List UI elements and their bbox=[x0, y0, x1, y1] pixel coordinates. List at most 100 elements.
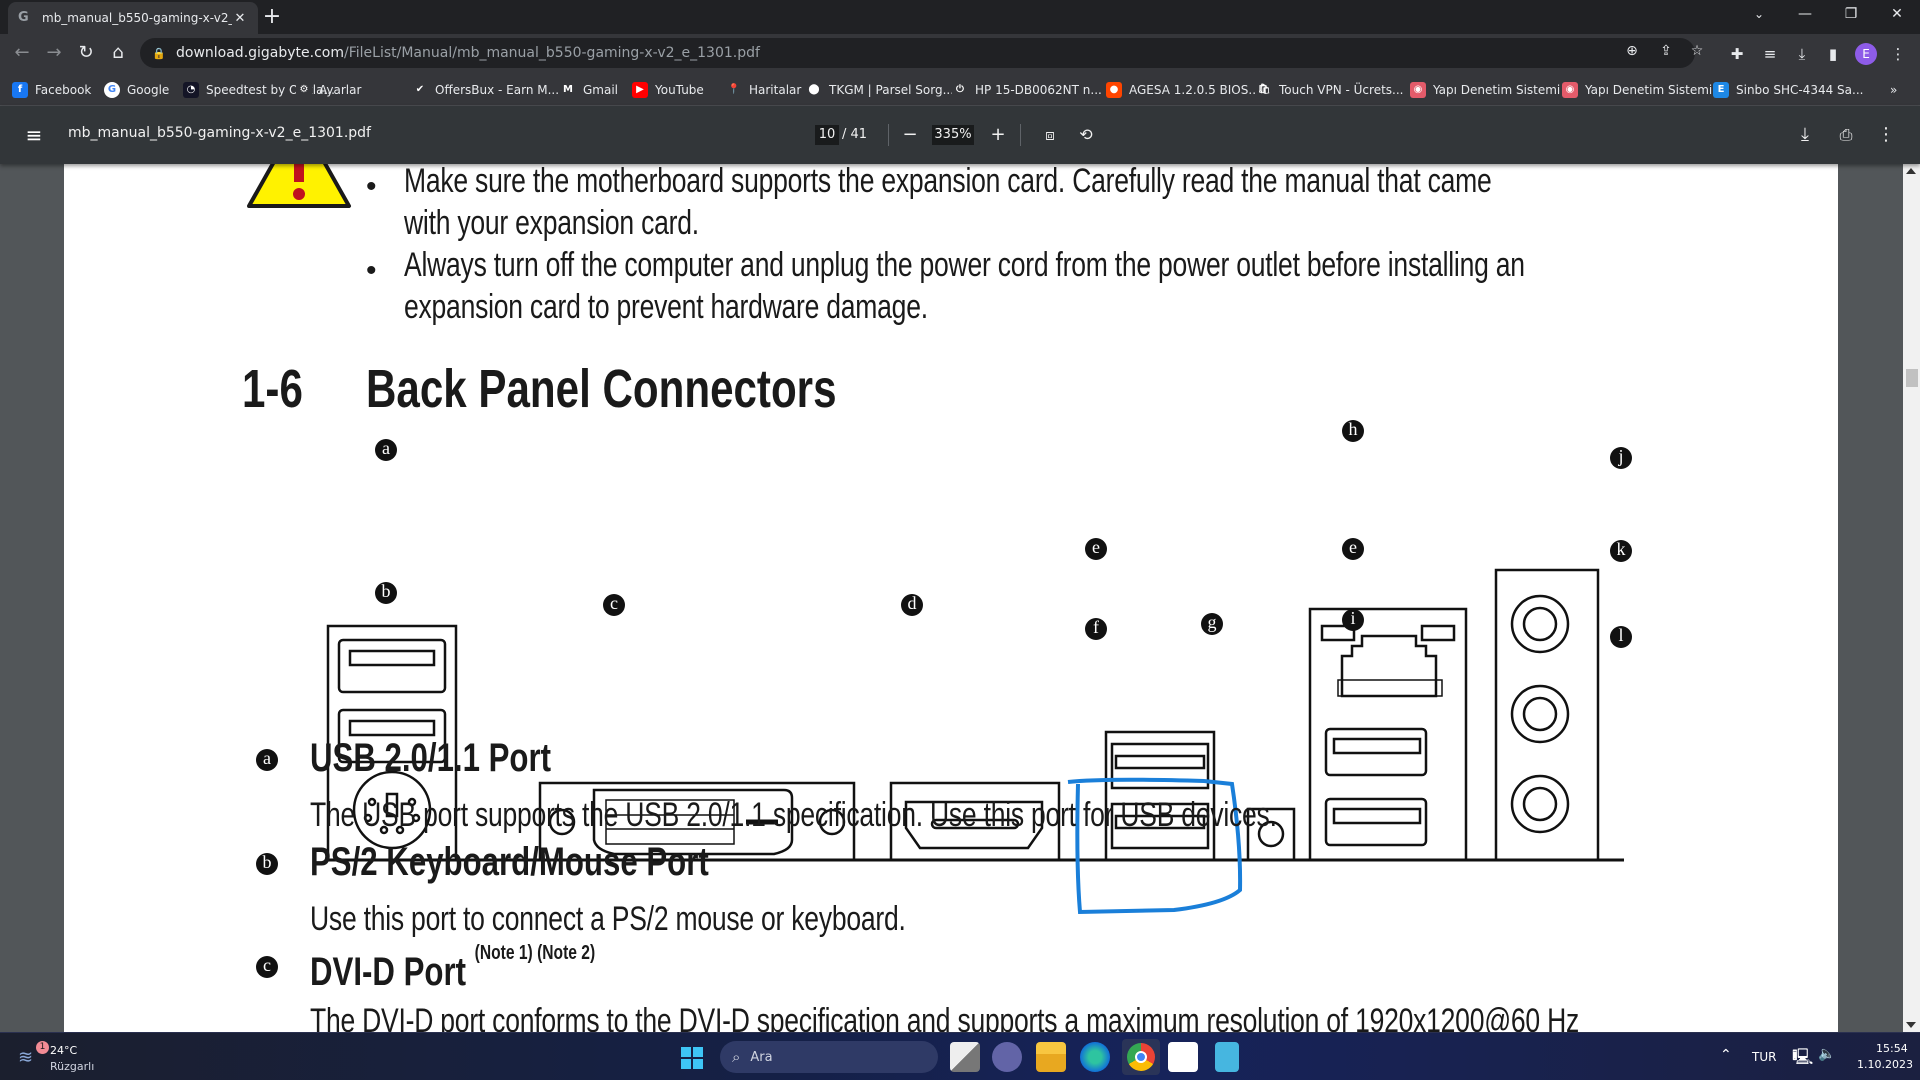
pdf-viewport: • Make sure the motherboard supports the… bbox=[0, 164, 1903, 1032]
bookmark-star-icon[interactable]: ☆ bbox=[1687, 41, 1707, 61]
item-title-c-text: DVI-D Port bbox=[310, 950, 466, 994]
bookmark-item[interactable]: ● AGESA 1.2.0.5 BIOS... bbox=[1106, 81, 1260, 99]
tab-search-icon[interactable]: ⌄ bbox=[1736, 0, 1782, 30]
browser-tab[interactable]: G mb_manual_b550-gaming-x-v2_e_1301.pdf … bbox=[8, 2, 258, 34]
zoom-in-button[interactable]: + bbox=[986, 123, 1010, 147]
diagram-label-b: b bbox=[375, 582, 397, 604]
divider bbox=[888, 124, 889, 146]
profile-avatar[interactable]: E bbox=[1855, 43, 1877, 65]
clock-date[interactable]: 1.10.2023 bbox=[1857, 1058, 1913, 1071]
show-hidden-icons[interactable]: ⌃ bbox=[1720, 1047, 1732, 1063]
bookmark-item[interactable]: f Facebook bbox=[12, 81, 91, 99]
diagram-label-g: g bbox=[1201, 613, 1223, 635]
item-description-c: The DVI-D port conforms to the DVI-D spe… bbox=[310, 1002, 1580, 1032]
bookmarks-overflow-button[interactable]: » bbox=[1890, 81, 1897, 99]
section-number: 1-6 bbox=[242, 359, 303, 419]
item-description-b: Use this port to connect a PS/2 mouse or… bbox=[310, 900, 906, 938]
network-icon[interactable]: 🖳 bbox=[1792, 1046, 1813, 1073]
search-placeholder: Ara bbox=[750, 1049, 773, 1065]
store-icon[interactable] bbox=[1168, 1042, 1198, 1072]
tab-strip: G mb_manual_b550-gaming-x-v2_e_1301.pdf … bbox=[0, 0, 1920, 34]
forward-button[interactable]: → bbox=[42, 41, 66, 65]
warning-triangle-icon bbox=[247, 164, 351, 208]
pdf-toolbar: ≡ mb_manual_b550-gaming-x-v2_e_1301.pdf … bbox=[0, 106, 1920, 164]
bookmark-item[interactable]: 🛍 Touch VPN - Ücrets... bbox=[1256, 81, 1403, 99]
rotate-icon[interactable]: ⟲ bbox=[1074, 123, 1098, 147]
taskbar-search[interactable]: ⌕ Ara bbox=[720, 1041, 938, 1073]
chrome-taskbar-button[interactable] bbox=[1122, 1039, 1160, 1075]
diagram-label-c: c bbox=[603, 594, 625, 616]
zoom-magnifier-icon[interactable]: ⊕ bbox=[1622, 41, 1642, 61]
home-button[interactable]: ⌂ bbox=[106, 41, 130, 65]
page-number-input[interactable]: 10 bbox=[815, 125, 839, 145]
back-button[interactable]: ← bbox=[10, 41, 34, 65]
audio-jacks bbox=[1494, 568, 1600, 862]
bookmark-label: AGESA 1.2.0.5 BIOS... bbox=[1129, 83, 1260, 97]
yds-icon: ◉ bbox=[1562, 82, 1578, 98]
diagram-label-f: f bbox=[1085, 618, 1107, 640]
weather-condition: Rüzgarlı bbox=[50, 1060, 95, 1073]
yds-icon: ◉ bbox=[1410, 82, 1426, 98]
bookmark-item[interactable]: ◉ Yapı Denetim Sistemi bbox=[1562, 81, 1712, 99]
bookmark-item[interactable]: ⚙ Ayarlar bbox=[296, 81, 361, 99]
teams-chat-icon[interactable] bbox=[992, 1042, 1022, 1072]
bookmark-item[interactable]: ▶ YouTube bbox=[632, 81, 704, 99]
facebook-icon: f bbox=[12, 82, 28, 98]
zoom-out-button[interactable]: − bbox=[898, 123, 922, 147]
scroll-down-arrow[interactable] bbox=[1906, 1022, 1916, 1028]
media-control-icon[interactable]: ≡ bbox=[1759, 43, 1781, 65]
minimize-button[interactable]: — bbox=[1782, 0, 1828, 30]
download-icon[interactable]: ⤓ bbox=[1793, 123, 1817, 147]
item-badge-c: c bbox=[256, 956, 278, 978]
item-title-c: DVI-D Port (Note 1) (Note 2) bbox=[310, 942, 595, 995]
diagram-label-i: i bbox=[1342, 609, 1364, 631]
bookmark-item[interactable]: ⬤ TKGM | Parsel Sorg... bbox=[806, 81, 954, 99]
vertical-scrollbar[interactable] bbox=[1903, 164, 1920, 1032]
chrome-menu-icon[interactable]: ⋮ bbox=[1887, 43, 1909, 65]
downloads-icon[interactable]: ⤓ bbox=[1791, 43, 1813, 65]
google-icon: G bbox=[104, 82, 120, 98]
epey-icon: E bbox=[1713, 82, 1729, 98]
notepad-icon[interactable] bbox=[1215, 1042, 1239, 1072]
bookmark-item[interactable]: G Google bbox=[104, 81, 169, 99]
scrollbar-thumb[interactable] bbox=[1906, 369, 1918, 387]
gigabyte-icon: G bbox=[18, 10, 29, 25]
fit-to-page-icon[interactable]: ⧈ bbox=[1038, 123, 1062, 147]
bookmark-item[interactable]: E Sinbo SHC-4344 Sa... bbox=[1713, 81, 1863, 99]
windows-start-icon[interactable] bbox=[681, 1047, 703, 1069]
bookmark-item[interactable]: 📍 Haritalar bbox=[726, 81, 801, 99]
bookmark-item[interactable]: ⏻ HP 15-DB0062NT n... bbox=[952, 81, 1102, 99]
bookmark-item[interactable]: ✔ OffersBux - Earn M... bbox=[412, 81, 559, 99]
edge-icon[interactable] bbox=[1080, 1042, 1110, 1072]
clock-time[interactable]: 15:54 bbox=[1876, 1042, 1908, 1055]
share-icon[interactable]: ⇪ bbox=[1656, 41, 1676, 61]
new-tab-button[interactable]: + bbox=[260, 6, 284, 30]
hamburger-menu-icon[interactable]: ≡ bbox=[22, 123, 46, 147]
address-bar[interactable]: 🔒 download.gigabyte.com/FileList/Manual/… bbox=[140, 38, 1695, 68]
close-tab-icon[interactable]: ✕ bbox=[232, 11, 248, 26]
restore-button[interactable]: ❐ bbox=[1828, 0, 1874, 30]
language-indicator[interactable]: TUR bbox=[1752, 1050, 1776, 1064]
bookmark-item[interactable]: M Gmail bbox=[560, 81, 618, 99]
more-options-icon[interactable]: ⋮ bbox=[1874, 123, 1898, 147]
bookmark-label: Ayarlar bbox=[319, 83, 362, 97]
reload-button[interactable]: ↻ bbox=[74, 41, 98, 65]
bookmark-label: YouTube bbox=[655, 83, 704, 97]
side-panel-icon[interactable]: ▮ bbox=[1822, 43, 1844, 65]
windows-taskbar: ≋ 1 24°C Rüzgarlı ⌕ Ara ⌃ TUR 🖳 🔈 15:54 … bbox=[0, 1032, 1920, 1080]
volume-icon[interactable]: 🔈 bbox=[1818, 1046, 1835, 1062]
divider bbox=[1020, 124, 1021, 146]
file-explorer-icon[interactable] bbox=[1036, 1042, 1066, 1072]
task-view-icon[interactable] bbox=[950, 1042, 980, 1072]
scroll-up-arrow[interactable] bbox=[1906, 168, 1916, 174]
bookmark-item[interactable]: ◉ Yapı Denetim Sistemi bbox=[1410, 81, 1560, 99]
print-icon[interactable]: ⎙ bbox=[1834, 123, 1858, 147]
bookmarks-bar: f Facebook G Google ◔ Speedtest by Ookla... ⚙ A… bbox=[0, 72, 1920, 106]
bookmark-label: Facebook bbox=[35, 83, 92, 97]
close-window-button[interactable]: ✕ bbox=[1874, 0, 1920, 30]
bookmark-label: TKGM | Parsel Sorg... bbox=[829, 83, 955, 97]
extensions-icon[interactable]: ✚ bbox=[1726, 43, 1748, 65]
zoom-level-input[interactable]: 335% bbox=[932, 125, 974, 145]
location-pin-icon: ⬤ bbox=[806, 82, 822, 98]
weather-widget[interactable]: ≋ 1 24°C Rüzgarlı bbox=[14, 1039, 104, 1075]
